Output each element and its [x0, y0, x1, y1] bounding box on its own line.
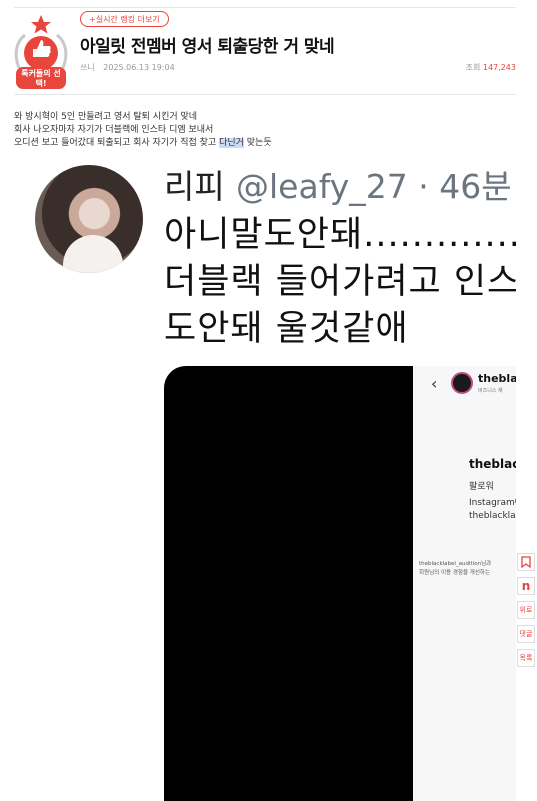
author-label[interactable]: 쓰니: [80, 63, 95, 72]
post-body: 와 방시혁이 5인 만들려고 영서 탈퇴 시킨거 맞네 회사 나오자마자 자기가…: [14, 111, 272, 150]
bookmark-button[interactable]: [517, 553, 535, 571]
body-line: 와 방시혁이 5인 만들려고 영서 탈퇴 시킨거 맞네: [14, 112, 198, 122]
instagram-profile-name: theblac: [469, 457, 516, 471]
post-title: 아일릿 전멤버 영서 퇴출당한 거 맞네: [80, 37, 335, 57]
instagram-notice: theblacklabel_audition님과: [419, 561, 492, 567]
instagram-followers-label: 팔로워: [469, 482, 494, 492]
tweet-author-name: 리피: [164, 167, 225, 206]
instagram-avatar: [451, 372, 473, 394]
instagram-text: Instagram에: [469, 498, 516, 508]
instagram-handle: theblackla: [469, 511, 516, 521]
view-count: 조회 147,243: [466, 62, 516, 73]
bookmark-icon: [521, 556, 531, 569]
body-text-segment: 맞는듯: [243, 138, 272, 148]
header-divider: [14, 94, 516, 95]
instagram-profile-capture: ‹ theblac 비즈니스 채 theblac 팔로워 Instagram에 …: [413, 366, 516, 801]
body-line: 오디션 보고 들어갔대 퇴출되고 회사 자기가 직접 찾고 다닌거 맞는듯: [14, 137, 272, 150]
tweet-text-line: 아니말도안돼...............: [164, 215, 516, 255]
views-label: 조회: [465, 63, 481, 72]
tweet-text-line: 도안돼 울것같애: [164, 309, 409, 349]
top-divider: [14, 7, 516, 8]
tweet-text-line: 더블랙 들어가려고 인스타: [164, 262, 516, 302]
selected-text[interactable]: 다닌거: [219, 138, 244, 148]
redacted-phone-area: [164, 366, 424, 801]
comments-button[interactable]: 댓글: [517, 625, 535, 643]
back-arrow-icon: ‹: [431, 374, 438, 393]
list-button[interactable]: 목록: [517, 649, 535, 667]
body-text-segment: 오디션 보고 들어갔대 퇴출되고 회사 자기가 직접 찾고: [14, 138, 220, 148]
post-meta: 쓰니 2025.06.13 19:04: [80, 62, 181, 73]
tweet-avatar: [35, 165, 143, 273]
badge-text: 톡커들의 선택!: [21, 69, 61, 88]
instagram-category: 비즈니스 채: [478, 388, 503, 394]
post-date: 2025.06.13 19:04: [103, 63, 175, 72]
scroll-top-button[interactable]: 위로: [517, 601, 535, 619]
instagram-notice: 회원님의 이용 경험을 개선하는: [419, 570, 491, 576]
realtime-ranking-link[interactable]: +실시간 랭킹 더보기: [80, 11, 169, 27]
instagram-name: theblac: [478, 372, 516, 385]
n-share-button[interactable]: n: [517, 577, 535, 595]
tweet-screenshot-image: 리피 @leafy_27 · 46분 아니말도안돼...............…: [14, 160, 516, 801]
tweet-handle: @leafy_27 · 46분: [236, 167, 512, 206]
views-number: 147,243: [482, 63, 516, 72]
body-line: 회사 나오자마자 자기가 더블랙에 인스타 디엠 보내서: [14, 125, 214, 135]
